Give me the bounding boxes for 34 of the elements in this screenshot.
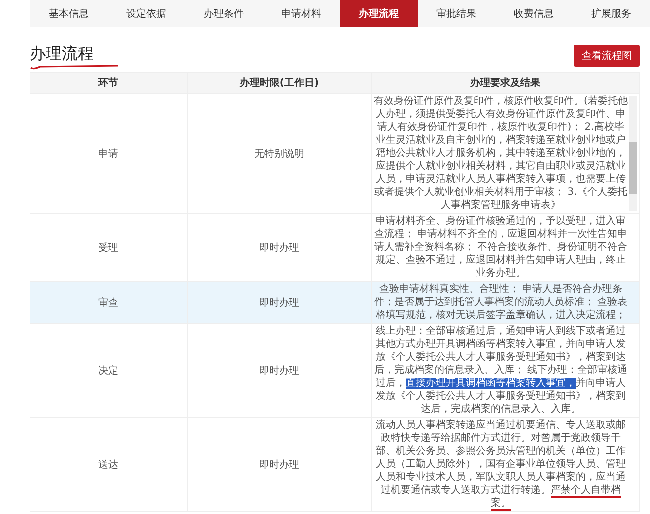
tab[interactable]: 收费信息 [495, 0, 572, 27]
section-title: 办理流程 [30, 45, 95, 63]
tab[interactable]: 设定依据 [108, 0, 185, 27]
table-cell: 有效身份证件原件及复印件，核原件收复印件。(若委托他人办理，须提供受委托人有效身份证件原件及复印件、申请人有效身份证件复印件，核原件收复印件)； 2.高校毕业生灵活就业及自主创业的，档案转递至就业创业地或户籍地公共就业人才服务机构，其中转递至就业创业地的，应提供个人就业创业相关材料，其它自由职业或灵活就业人员，申请灵活就业人员人事档案转入事项，也需要上传或者提供个人就业创业相关材料用于审核； 3.《个人委托人事档案管理服务申请表》 [374, 95, 628, 212]
table-row[interactable] [30, 94, 640, 214]
tab[interactable]: 办理条件 [185, 0, 262, 27]
underline-stroke-icon [30, 64, 120, 70]
column-header: 办理要求及结果 [372, 73, 640, 93]
tab[interactable]: 扩展服务 [572, 0, 650, 27]
column-header: 办理时限(工作日) [188, 73, 372, 93]
view-flowchart-button[interactable]: 查看流程图 [574, 45, 640, 67]
table-cell: 线上办理：全部审核通过后，通知申请人到线下或者通过其他方式办理开具调档函等档案转入事宜，并向申请人发放《个人委托公共人才人事服务受理通知书》，档案到达后，完成档案的信息录入、入库； 线下办理：全部审核通过后，直接办理开具调档函等档案转入事宜，并向申请人发放《个人委托公共人才人事服务受理通知书》，档案到达后，完成档案的信息录入、入库。 [374, 325, 628, 416]
table-cell-text: 决定 [98, 364, 118, 378]
tab[interactable]: 申请材料 [262, 0, 340, 27]
table-cell-text: 即时办理 [260, 364, 300, 378]
table-cell-text: 受理 [98, 242, 118, 254]
table-cell-text: 无特别说明 [254, 148, 304, 160]
table-row[interactable]: 审查 即时办理 查验申请材料真实性、合理性； 申请人是否符合办理条件；是否属于达到托管人事档案的流动人员标准； 查验表格填写规范，核对无误后签字盖章确认，进入决定流程； [30, 282, 640, 324]
table-row[interactable]: 送达 即时办理 流动人员人事档案转递应当通过机要通信、专人送取或邮政特快专递等给据邮件方式进行。对曾属于党政领导干部、机关公务员、参照公务员法管理的机关（单位）工作人员（工勤人员除外），国有企事业单位领导人员、管理人员和专业技术人员，军队文职人员人事档案的，应当通过机要通信或专人送取方式进行转递。严禁个人自带档案。 [30, 418, 640, 512]
tab[interactable]: 基本信息 [30, 0, 108, 27]
column-header: 环节 [30, 73, 188, 93]
table-cell-text: 申请 [98, 148, 118, 160]
table-cell: 申请材料齐全、身份证件核验通过的，予以受理，进入审查流程； 申请材料不齐全的，应退回材料并一次性告知申请人需补全资料名称； 不符合接收条件、身份证明不符合规定、查验不通过，应退回材料并告知申请人理由，终止业务办理。 [374, 215, 628, 280]
table-cell: 查验申请材料真实性、合理性； 申请人是否符合办理条件；是否属于达到托管人事档案的流动人员标准； 查验表格填写规范，核对无误后签字盖章确认，进入决定流程； [374, 283, 628, 322]
tab[interactable]: 审批结果 [418, 0, 495, 27]
table-cell-text: 审查 [98, 296, 118, 310]
table-cell-text: 即时办理 [260, 296, 300, 310]
table-cell-text: 即时办理 [260, 458, 300, 472]
table-row[interactable]: 决定 即时办理 线上办理：全部审核通过后，通知申请人到线下或者通过其他方式办理开具调档函等档案转入事宜，并向申请人发放《个人委托公共人才人事服务受理通知书》，档案到达后，完成档案的信息录入、入库； 线下办理：全部审核通过后，直接办理开具调档函等档案转入事宜，并向申请人发放《个人委托公共人才人事服务受理通知书》，档案到达后，完成档案的信息录入、入库。 [30, 324, 640, 418]
table-cell-text: 送达 [98, 458, 118, 472]
table-cell-text: 即时办理 [260, 242, 300, 254]
table-cell-text: 流动人员人事档案转递应当通过机要通信、专人送取或邮政特快专递等给据邮件方式进行。对曾属于党政领导干部、机关公务员、参照公务员法管理的机关（单位）工作人员（工勤人员除外），国有企事业单位领导人员、管理人员和专业技术人员，军队文职人员人事档案的，应当通过机要通信或专人送取方式进行转递。严禁个人自带档案。 [375, 419, 627, 510]
tab[interactable]: 办理流程 [340, 0, 418, 27]
scrollbar[interactable] [629, 96, 637, 211]
